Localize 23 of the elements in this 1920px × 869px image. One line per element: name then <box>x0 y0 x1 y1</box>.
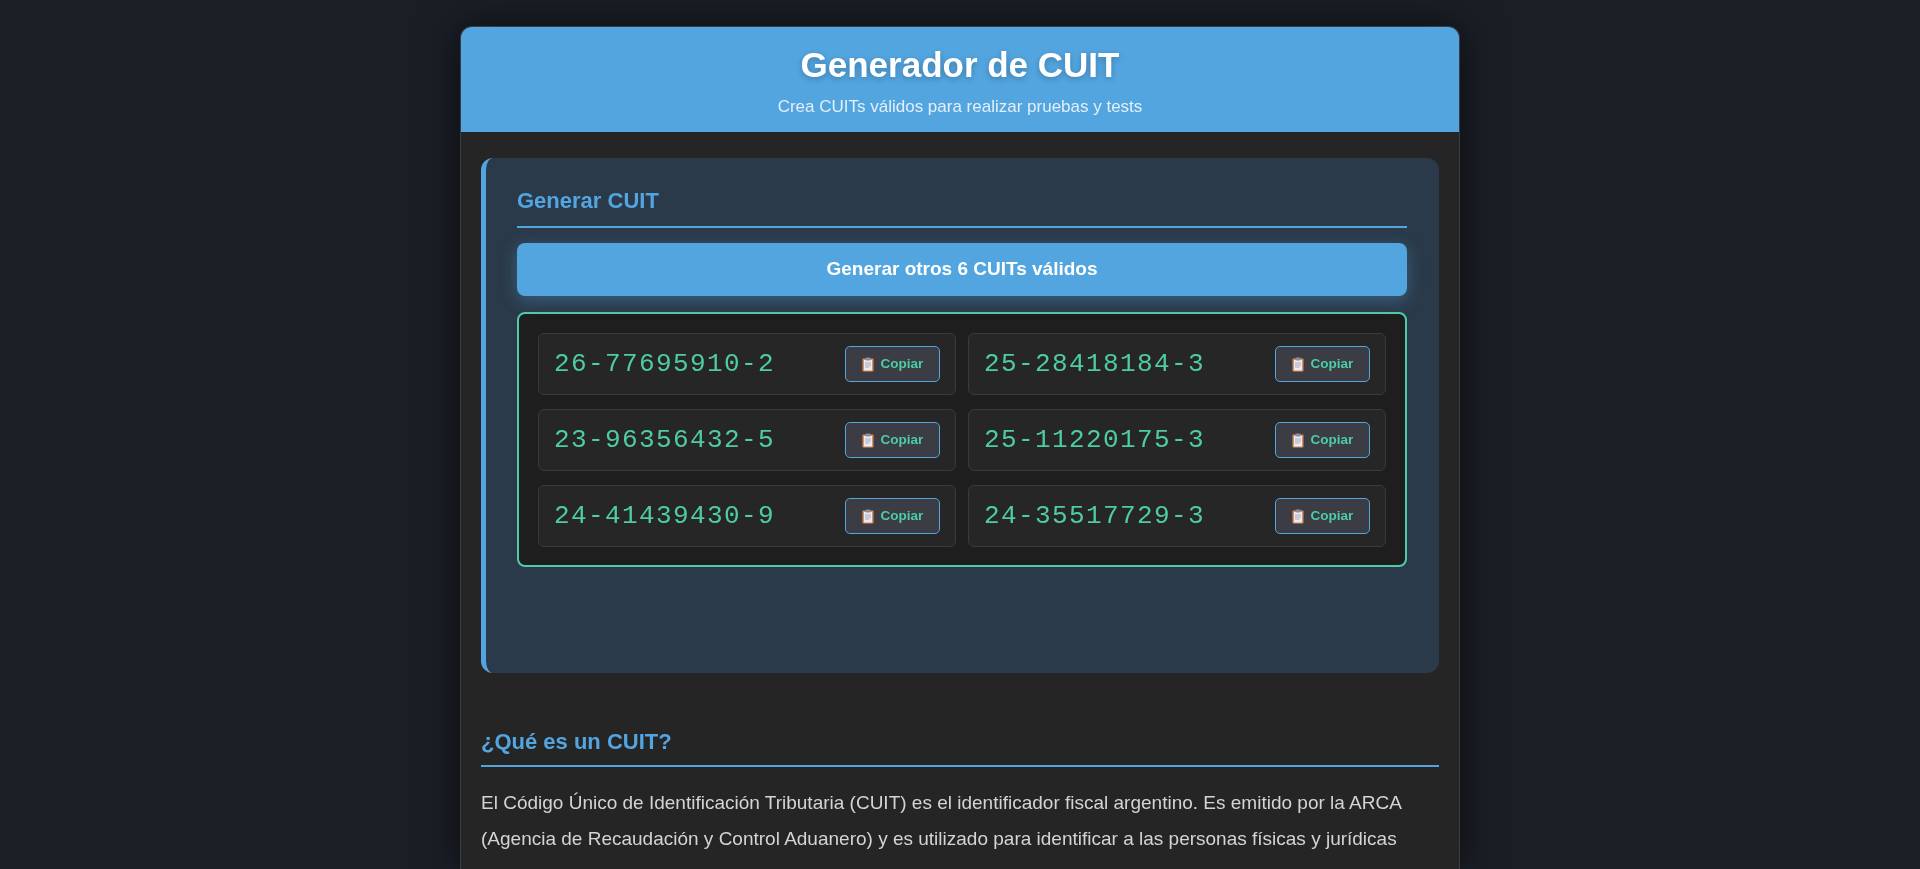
cuit-number: 25-28418184-3 <box>984 347 1206 381</box>
page-title: Generador de CUIT <box>800 44 1120 86</box>
clipboard-icon <box>1291 356 1304 372</box>
section-heading: ¿Qué es un CUIT? <box>481 728 1439 767</box>
info-paragraph: El Código Único de Identificación Tributaria (CUIT) es el identificador fiscal argentino. Es emitido por la ARCA (Agencia de Recaudación y Control Aduanero) y es utilizado para identificar a las personas físicas y jurídicas <box>481 791 1403 851</box>
section-heading: Generar CUIT <box>517 187 1407 228</box>
clipboard-icon <box>861 432 874 448</box>
clipboard-icon <box>1291 508 1304 524</box>
cuit-number: 25-11220175-3 <box>984 423 1206 457</box>
clipboard-icon <box>861 356 874 372</box>
copy-button[interactable]: Copiar <box>1275 346 1370 382</box>
copy-button[interactable]: Copiar <box>1275 422 1370 458</box>
clipboard-icon <box>1291 432 1304 448</box>
copy-button[interactable]: Copiar <box>1275 498 1370 534</box>
cuit-number: 23-96356432-5 <box>554 423 776 457</box>
cuit-number: 24-41439430-9 <box>554 499 776 533</box>
copy-button[interactable]: Copiar <box>845 422 940 458</box>
cuit-number: 26-77695910-2 <box>554 347 776 381</box>
clipboard-icon <box>861 508 874 524</box>
copy-button[interactable]: Copiar <box>845 498 940 534</box>
copy-button[interactable]: Copiar <box>845 346 940 382</box>
cuit-number: 24-35517729-3 <box>984 499 1206 533</box>
page-subtitle: Crea CUITs válidos para realizar pruebas y tests <box>777 96 1143 118</box>
